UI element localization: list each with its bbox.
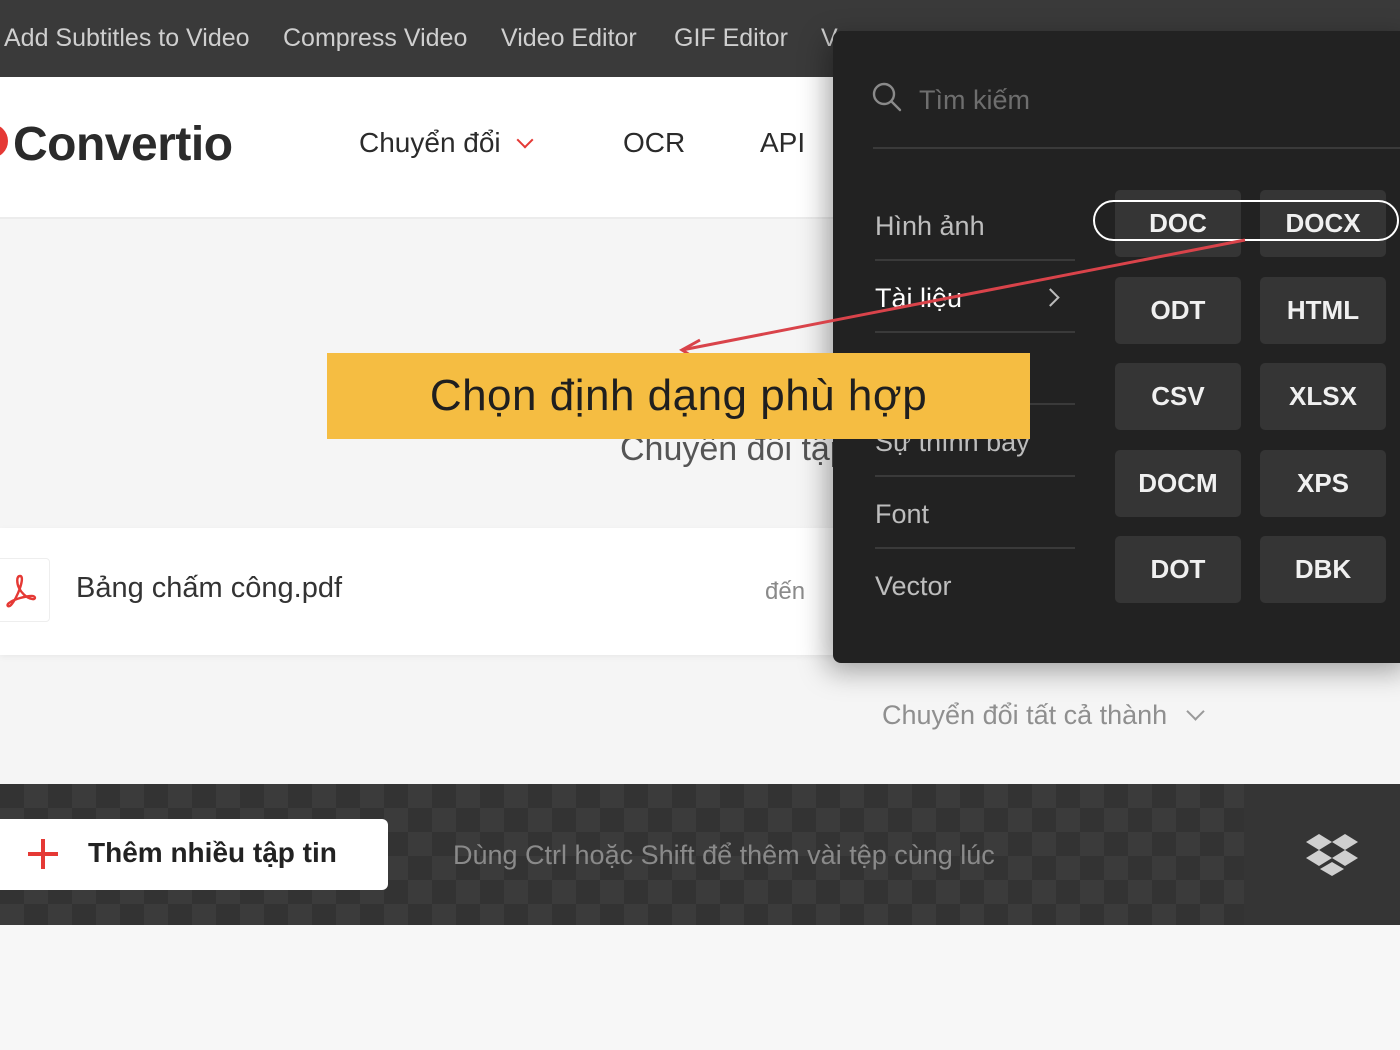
- plus-icon: [28, 839, 58, 869]
- format-dot[interactable]: DOT: [1115, 536, 1241, 603]
- instruction-callout: Chọn định dạng phù hợp: [327, 353, 1030, 439]
- category-font[interactable]: Font: [875, 477, 1075, 549]
- add-more-files-label: Thêm nhiều tập tin: [88, 837, 337, 868]
- chevron-down-icon: [516, 131, 534, 149]
- topbar-link-gif-editor[interactable]: GIF Editor: [674, 24, 788, 53]
- topbar-link-compress-video[interactable]: Compress Video: [283, 24, 467, 53]
- format-search-input[interactable]: [919, 83, 1359, 117]
- format-docm[interactable]: DOCM: [1115, 450, 1241, 517]
- pdf-file-icon: [0, 558, 50, 622]
- format-dropdown: Hình ảnh Tài liệu Sự thình bày Font Vect…: [833, 31, 1400, 663]
- search-divider: [873, 147, 1400, 149]
- chevron-right-icon: [1041, 288, 1060, 307]
- nav-ocr[interactable]: OCR: [623, 127, 685, 159]
- highlight-outline: [1093, 200, 1399, 241]
- topbar-link-video-editor[interactable]: Video Editor: [501, 24, 637, 53]
- nav-api[interactable]: API: [760, 127, 805, 159]
- category-image[interactable]: Hình ảnh: [875, 189, 1075, 261]
- nav-convert-label: Chuyển đổi: [359, 127, 501, 158]
- chevron-down-icon: [1186, 702, 1205, 721]
- bottom-upload-bar: Thêm nhiều tập tin Dùng Ctrl hoặc Shift …: [0, 784, 1400, 925]
- nav-convert[interactable]: Chuyển đổi: [359, 127, 534, 159]
- multi-select-hint: Dùng Ctrl hoặc Shift để thêm vài tệp cùn…: [453, 840, 995, 870]
- category-image-label: Hình ảnh: [875, 211, 985, 241]
- category-document[interactable]: Tài liệu: [875, 261, 1075, 333]
- category-vector[interactable]: Vector: [875, 549, 1075, 621]
- topbar-link-add-subtitles[interactable]: Add Subtitles to Video: [4, 24, 250, 53]
- logo[interactable]: Convertio: [13, 117, 233, 172]
- convert-all-dropdown[interactable]: Chuyển đổi tất cả thành: [882, 700, 1205, 731]
- to-label: đến: [765, 578, 806, 605]
- format-html[interactable]: HTML: [1260, 277, 1386, 344]
- footer-area: [0, 925, 1400, 1050]
- format-xps[interactable]: XPS: [1260, 450, 1386, 517]
- category-document-label: Tài liệu: [875, 283, 963, 313]
- category-font-label: Font: [875, 499, 930, 529]
- file-row: Bảng chấm công.pdf đến: [0, 528, 834, 655]
- format-xlsx[interactable]: XLSX: [1260, 363, 1386, 430]
- pdf-icon: [6, 574, 37, 608]
- format-csv[interactable]: CSV: [1115, 363, 1241, 430]
- dropbox-icon[interactable]: [1306, 832, 1358, 876]
- category-vector-label: Vector: [875, 571, 952, 601]
- instruction-callout-text: Chọn định dạng phù hợp: [429, 371, 928, 420]
- convert-all-label: Chuyển đổi tất cả thành: [882, 700, 1168, 730]
- format-dbk[interactable]: DBK: [1260, 536, 1386, 603]
- file-name: Bảng chấm công.pdf: [76, 572, 343, 604]
- format-odt[interactable]: ODT: [1115, 277, 1241, 344]
- add-more-files-button[interactable]: Thêm nhiều tập tin: [0, 819, 388, 890]
- logo-icon: [0, 124, 8, 158]
- search-icon: [872, 82, 902, 112]
